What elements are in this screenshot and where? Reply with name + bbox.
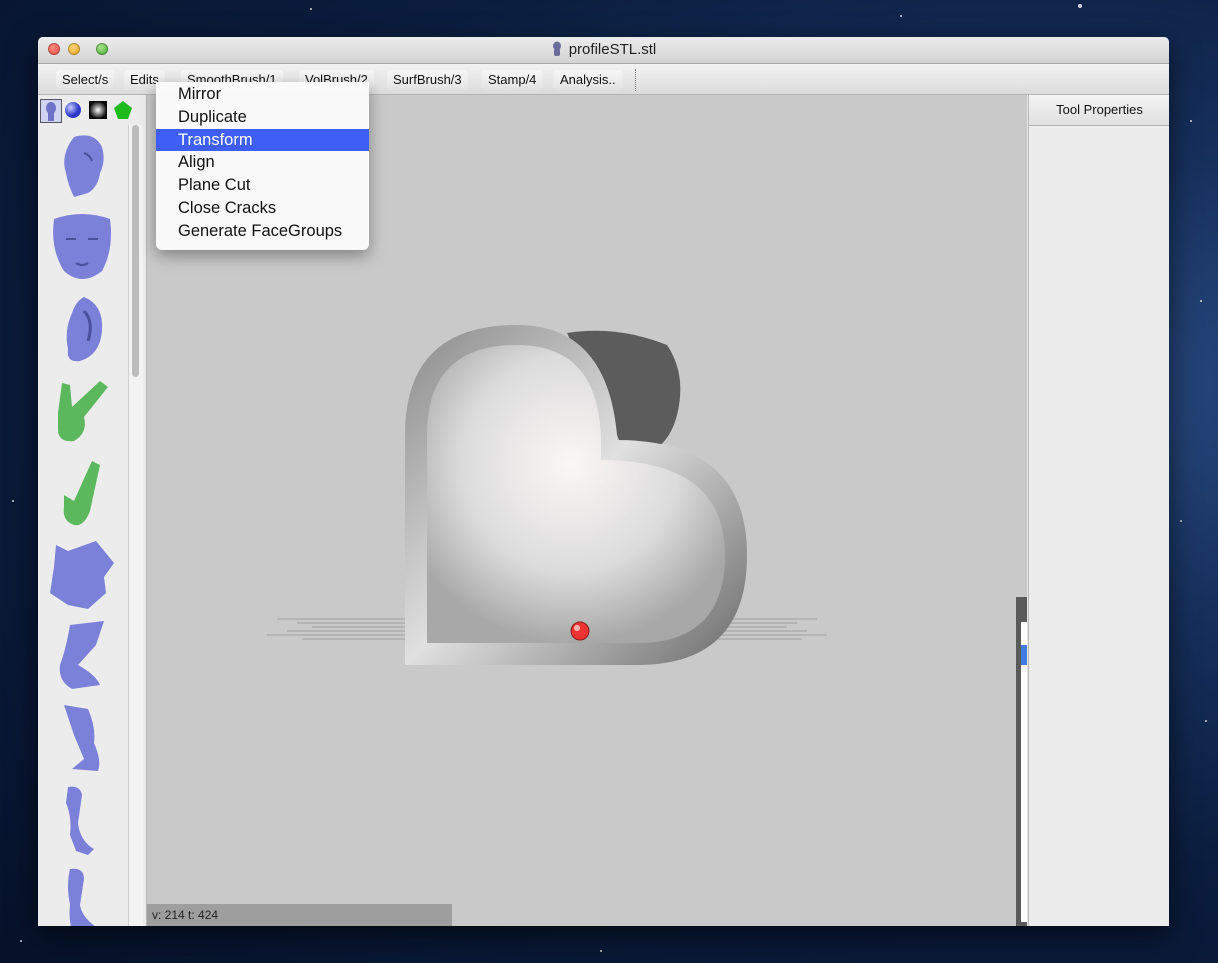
foot2-thumbnail[interactable]	[44, 701, 120, 777]
pivot-handle[interactable]	[570, 621, 590, 641]
hand-thumbnail[interactable]	[44, 455, 120, 531]
menu-item-generate-facegroups[interactable]: Generate FaceGroups	[156, 220, 369, 243]
document-head-icon	[552, 41, 561, 56]
mesh-library-sidebar	[38, 95, 147, 926]
toolbar-separator	[635, 69, 636, 91]
tab-head-icon[interactable]	[40, 99, 62, 123]
window-title: profileSTL.stl	[568, 41, 657, 58]
menu-item-align[interactable]: Align	[156, 151, 369, 174]
title-bar: profileSTL.stl	[38, 37, 1169, 64]
face-thumbnail[interactable]	[44, 209, 120, 285]
tool-properties-panel: Tool Properties	[1028, 95, 1169, 926]
select-button[interactable]: Select/s	[56, 70, 115, 90]
tool-properties-title: Tool Properties	[1029, 95, 1169, 126]
menu-item-transform[interactable]: Transform	[156, 128, 369, 152]
hand-peace-thumbnail[interactable]	[44, 373, 120, 449]
sidebar-scrollbar[interactable]	[128, 125, 143, 926]
viewport-side-indicator	[1021, 645, 1027, 665]
surfbrush-button[interactable]: SurfBrush/3	[387, 70, 468, 90]
tab-pentagon-icon[interactable]	[113, 99, 133, 121]
tab-square-gradient-icon[interactable]	[88, 99, 108, 121]
stamp-button[interactable]: Stamp/4	[482, 70, 543, 90]
menu-item-close-cracks[interactable]: Close Cracks	[156, 197, 369, 220]
torso-thumbnail[interactable]	[44, 537, 120, 613]
menu-item-duplicate[interactable]: Duplicate	[156, 106, 369, 129]
menu-item-mirror[interactable]: Mirror	[156, 83, 369, 106]
mesh-stats: v: 214 t: 424	[147, 904, 452, 926]
menu-item-plane-cut[interactable]: Plane Cut	[156, 174, 369, 197]
edits-dropdown-menu: Mirror Duplicate Transform Align Plane C…	[156, 82, 369, 250]
foot-thumbnail[interactable]	[44, 619, 120, 695]
sidebar-scrollbar-thumb[interactable]	[132, 125, 139, 377]
leg2-thumbnail[interactable]	[44, 865, 120, 926]
tab-sphere-icon[interactable]	[63, 99, 83, 121]
leg-thumbnail[interactable]	[44, 783, 120, 859]
head-thumbnail[interactable]	[44, 127, 120, 203]
analysis-button[interactable]: Analysis..	[554, 70, 622, 90]
ear-thumbnail[interactable]	[44, 291, 120, 367]
